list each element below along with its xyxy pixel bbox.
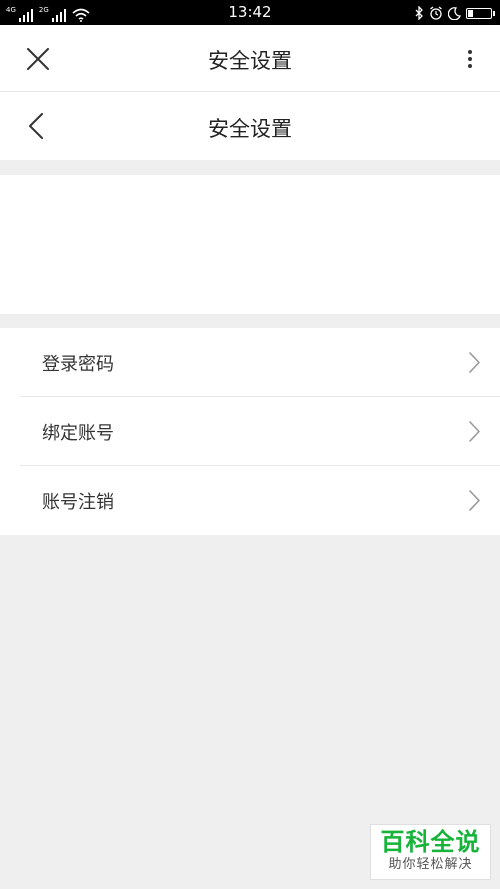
watermark-subtitle: 助你轻松解决 (388, 857, 473, 872)
bluetooth-icon (415, 6, 423, 20)
status-bar: 4G 2G 13:42 (0, 0, 500, 25)
outer-header: 安全设置 (0, 25, 500, 92)
status-right (414, 4, 495, 22)
more-vertical-icon (468, 50, 472, 68)
watermark-title: 百科全说 (380, 828, 481, 856)
watermark-logo: 百科全说 助你轻松解决 (370, 824, 491, 880)
content-panel (0, 175, 500, 314)
settings-menu: 登录密码 绑定账号 账号注销 (0, 328, 500, 535)
chevron-right-icon (469, 490, 480, 511)
menu-item-label: 登录密码 (42, 353, 114, 375)
menu-item-cancel-account[interactable]: 账号注销 (0, 466, 500, 535)
menu-item-label: 账号注销 (42, 491, 114, 513)
menu-item-label: 绑定账号 (42, 422, 114, 444)
more-button[interactable] (460, 43, 480, 75)
alarm-icon (430, 6, 442, 20)
moon-icon (448, 6, 461, 20)
chevron-right-icon (469, 352, 480, 373)
page-title: 安全设置 (208, 117, 292, 141)
battery-icon (466, 7, 495, 19)
menu-item-bind-account[interactable]: 绑定账号 (0, 397, 500, 466)
menu-item-login-password[interactable]: 登录密码 (0, 328, 500, 397)
inner-header: 安全设置 (0, 92, 500, 160)
chevron-right-icon (469, 421, 480, 442)
battery-fill (468, 9, 473, 17)
page-title: 安全设置 (208, 49, 292, 73)
